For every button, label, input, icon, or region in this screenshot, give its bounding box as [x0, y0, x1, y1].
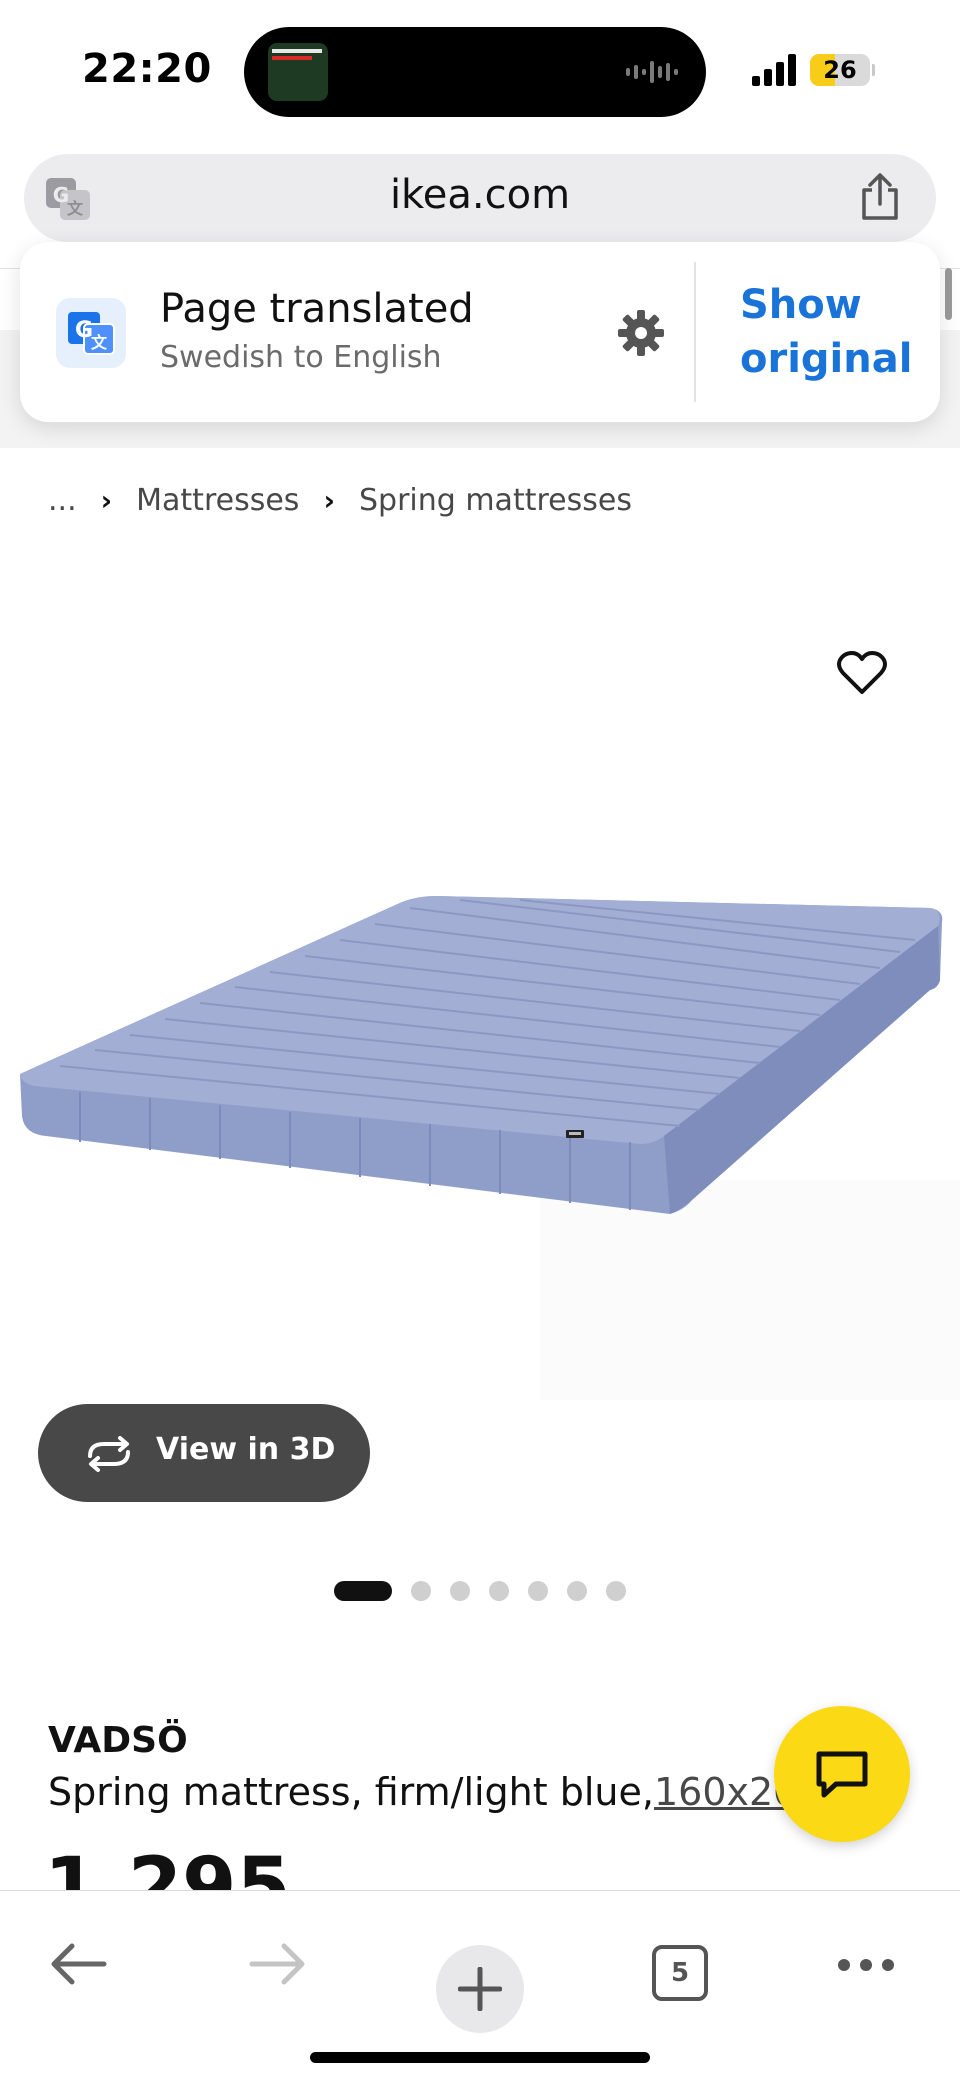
product-name: VADSÖ — [48, 1720, 188, 1761]
breadcrumb-spring-mattresses[interactable]: Spring mattresses — [359, 483, 632, 518]
cellular-signal-icon — [752, 54, 796, 86]
tab-count: 5 — [670, 1958, 690, 1988]
translation-banner: G 文 Page translated Swedish to English S… — [20, 242, 940, 422]
translation-languages: Swedish to English — [160, 340, 442, 375]
battery-indicator: 26 — [810, 54, 875, 86]
carousel-dot[interactable] — [450, 1581, 470, 1601]
svg-text:文: 文 — [91, 333, 108, 352]
share-icon[interactable] — [858, 172, 902, 222]
battery-level: 26 — [823, 56, 857, 84]
url-text[interactable]: ikea.com — [24, 172, 936, 218]
divider — [694, 262, 696, 402]
product-price: 1,295 — [44, 1848, 291, 1890]
tabs-button[interactable]: 5 — [652, 1945, 708, 2001]
heart-icon[interactable] — [836, 650, 888, 696]
plus-icon — [458, 1967, 502, 2011]
product-description: Spring mattress, firm/light blue,160x200 — [48, 1770, 822, 1814]
new-tab-button[interactable] — [436, 1945, 524, 2033]
more-icon[interactable] — [836, 1955, 896, 1975]
arrow-right-icon[interactable] — [248, 1939, 308, 1989]
price-container: 1,295 — [40, 1848, 440, 1890]
arrow-left-icon[interactable] — [48, 1939, 108, 1989]
show-original-button[interactable]: Show original — [740, 278, 920, 386]
carousel-dot[interactable] — [528, 1581, 548, 1601]
translation-title: Page translated — [160, 286, 474, 332]
address-bar[interactable]: G 文 ikea.com — [24, 154, 936, 242]
breadcrumb-mattresses[interactable]: Mattresses — [136, 483, 299, 518]
status-bar: 22:20 26 — [0, 0, 960, 140]
chat-icon — [816, 1751, 868, 1798]
now-playing-thumbnail — [268, 43, 328, 101]
view-in-3d-button[interactable]: View in 3D — [38, 1404, 370, 1502]
google-translate-icon: G 文 — [56, 298, 126, 368]
view-in-3d-label: View in 3D — [156, 1432, 336, 1467]
chat-button[interactable] — [774, 1706, 910, 1842]
carousel-dot[interactable] — [567, 1581, 587, 1601]
breadcrumb-ellipsis[interactable]: ... — [48, 483, 77, 518]
scrollbar[interactable] — [945, 268, 952, 320]
chevron-right-icon: › — [100, 483, 113, 517]
product-description-text: Spring mattress, firm/light blue, — [48, 1770, 654, 1814]
product-image[interactable] — [0, 560, 960, 1420]
rotate-3d-icon — [88, 1436, 130, 1472]
home-indicator[interactable] — [310, 2052, 650, 2063]
audio-waveform-icon — [626, 61, 678, 83]
carousel-dot[interactable] — [489, 1581, 509, 1601]
carousel-dot[interactable] — [606, 1581, 626, 1601]
dynamic-island[interactable] — [244, 27, 706, 117]
gear-icon[interactable] — [616, 308, 666, 358]
status-time: 22:20 — [82, 46, 212, 92]
breadcrumb: ... › Mattresses › Spring mattresses — [48, 480, 632, 520]
carousel-dot[interactable] — [334, 1581, 392, 1601]
carousel-dot[interactable] — [411, 1581, 431, 1601]
chevron-right-icon: › — [323, 483, 335, 517]
image-carousel-indicator — [334, 1580, 645, 1602]
